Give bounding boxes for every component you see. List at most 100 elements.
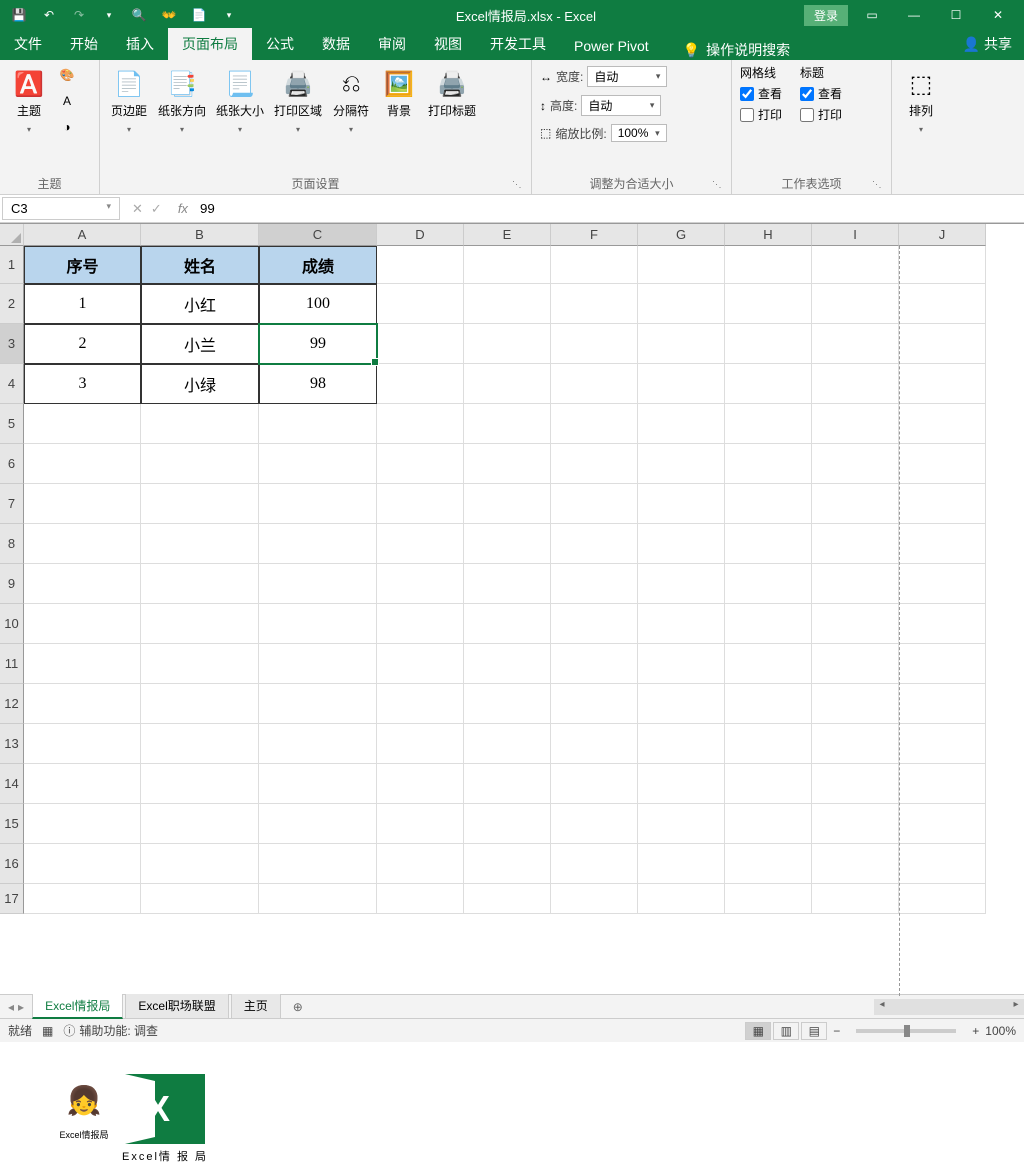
minimize-icon[interactable]: —: [896, 3, 932, 27]
cell-D15[interactable]: [377, 804, 464, 844]
cell-C4[interactable]: 98: [259, 364, 377, 404]
cell-G3[interactable]: [638, 324, 725, 364]
maximize-icon[interactable]: ☐: [938, 3, 974, 27]
new-icon[interactable]: 📄: [190, 6, 208, 24]
cell-E8[interactable]: [464, 524, 551, 564]
colors-icon[interactable]: 🎨: [56, 64, 78, 86]
cell-H11[interactable]: [725, 644, 812, 684]
cell-D5[interactable]: [377, 404, 464, 444]
cell-G11[interactable]: [638, 644, 725, 684]
cell-C9[interactable]: [259, 564, 377, 604]
cell-F12[interactable]: [551, 684, 638, 724]
cell-G17[interactable]: [638, 884, 725, 914]
cell-J17[interactable]: [899, 884, 986, 914]
cell-I16[interactable]: [812, 844, 899, 884]
tab-插入[interactable]: 插入: [112, 28, 168, 60]
gridlines-print-checkbox[interactable]: 打印: [740, 106, 782, 123]
cell-B15[interactable]: [141, 804, 259, 844]
cell-C7[interactable]: [259, 484, 377, 524]
cell-B11[interactable]: [141, 644, 259, 684]
tab-数据[interactable]: 数据: [308, 28, 364, 60]
zoom-level[interactable]: 100%: [985, 1024, 1016, 1038]
cell-D9[interactable]: [377, 564, 464, 604]
row-header-12[interactable]: 12: [0, 684, 24, 724]
cell-E3[interactable]: [464, 324, 551, 364]
view-page-break-icon[interactable]: ▤: [801, 1022, 827, 1040]
cell-A1[interactable]: 序号: [24, 246, 141, 284]
row-header-15[interactable]: 15: [0, 804, 24, 844]
horizontal-scrollbar[interactable]: [874, 999, 1024, 1015]
cell-B7[interactable]: [141, 484, 259, 524]
cell-D7[interactable]: [377, 484, 464, 524]
cell-E15[interactable]: [464, 804, 551, 844]
cell-C13[interactable]: [259, 724, 377, 764]
cell-J8[interactable]: [899, 524, 986, 564]
cell-B8[interactable]: [141, 524, 259, 564]
cell-I11[interactable]: [812, 644, 899, 684]
qat-custom-icon[interactable]: ▾: [220, 6, 238, 24]
zoom-out-button[interactable]: −: [833, 1024, 840, 1038]
row-header-8[interactable]: 8: [0, 524, 24, 564]
cell-H5[interactable]: [725, 404, 812, 444]
cell-E5[interactable]: [464, 404, 551, 444]
tab-审阅[interactable]: 审阅: [364, 28, 420, 60]
cell-D17[interactable]: [377, 884, 464, 914]
cell-H3[interactable]: [725, 324, 812, 364]
view-normal-icon[interactable]: ▦: [745, 1022, 771, 1040]
sheet-nav[interactable]: ◂▸: [0, 1000, 32, 1014]
cell-J13[interactable]: [899, 724, 986, 764]
cell-B6[interactable]: [141, 444, 259, 484]
cell-E13[interactable]: [464, 724, 551, 764]
macro-icon[interactable]: ▦: [42, 1024, 53, 1038]
cell-G10[interactable]: [638, 604, 725, 644]
col-header-E[interactable]: E: [464, 224, 551, 246]
breaks-button[interactable]: ⎌分隔符: [330, 64, 372, 139]
cell-F6[interactable]: [551, 444, 638, 484]
cell-J9[interactable]: [899, 564, 986, 604]
fonts-icon[interactable]: A: [56, 90, 78, 112]
cell-B14[interactable]: [141, 764, 259, 804]
cell-E10[interactable]: [464, 604, 551, 644]
row-header-14[interactable]: 14: [0, 764, 24, 804]
cell-F8[interactable]: [551, 524, 638, 564]
cell-I10[interactable]: [812, 604, 899, 644]
tab-视图[interactable]: 视图: [420, 28, 476, 60]
tab-文件[interactable]: 文件: [0, 28, 56, 60]
cell-D8[interactable]: [377, 524, 464, 564]
cell-F5[interactable]: [551, 404, 638, 444]
cell-H6[interactable]: [725, 444, 812, 484]
cell-D6[interactable]: [377, 444, 464, 484]
cell-F7[interactable]: [551, 484, 638, 524]
cell-G9[interactable]: [638, 564, 725, 604]
cell-J6[interactable]: [899, 444, 986, 484]
cell-F9[interactable]: [551, 564, 638, 604]
add-sheet-button[interactable]: ⊕: [283, 1000, 313, 1014]
row-header-6[interactable]: 6: [0, 444, 24, 484]
cell-E17[interactable]: [464, 884, 551, 914]
row-header-9[interactable]: 9: [0, 564, 24, 604]
cell-G1[interactable]: [638, 246, 725, 284]
cell-H15[interactable]: [725, 804, 812, 844]
cell-C3[interactable]: 99: [259, 324, 377, 364]
row-header-16[interactable]: 16: [0, 844, 24, 884]
cell-B1[interactable]: 姓名: [141, 246, 259, 284]
ribbon-mode-icon[interactable]: ▭: [854, 3, 890, 27]
login-button[interactable]: 登录: [804, 5, 848, 26]
row-header-3[interactable]: 3: [0, 324, 24, 364]
cell-F14[interactable]: [551, 764, 638, 804]
select-all-button[interactable]: [0, 224, 24, 246]
orientation-button[interactable]: 📑纸张方向: [156, 64, 208, 139]
cell-A6[interactable]: [24, 444, 141, 484]
cell-G14[interactable]: [638, 764, 725, 804]
name-box[interactable]: C3: [2, 197, 120, 220]
cell-D10[interactable]: [377, 604, 464, 644]
cell-D3[interactable]: [377, 324, 464, 364]
cell-H4[interactable]: [725, 364, 812, 404]
cell-I5[interactable]: [812, 404, 899, 444]
row-header-2[interactable]: 2: [0, 284, 24, 324]
col-header-B[interactable]: B: [141, 224, 259, 246]
cell-E2[interactable]: [464, 284, 551, 324]
cell-B17[interactable]: [141, 884, 259, 914]
zoom-slider[interactable]: [856, 1029, 956, 1033]
col-header-G[interactable]: G: [638, 224, 725, 246]
